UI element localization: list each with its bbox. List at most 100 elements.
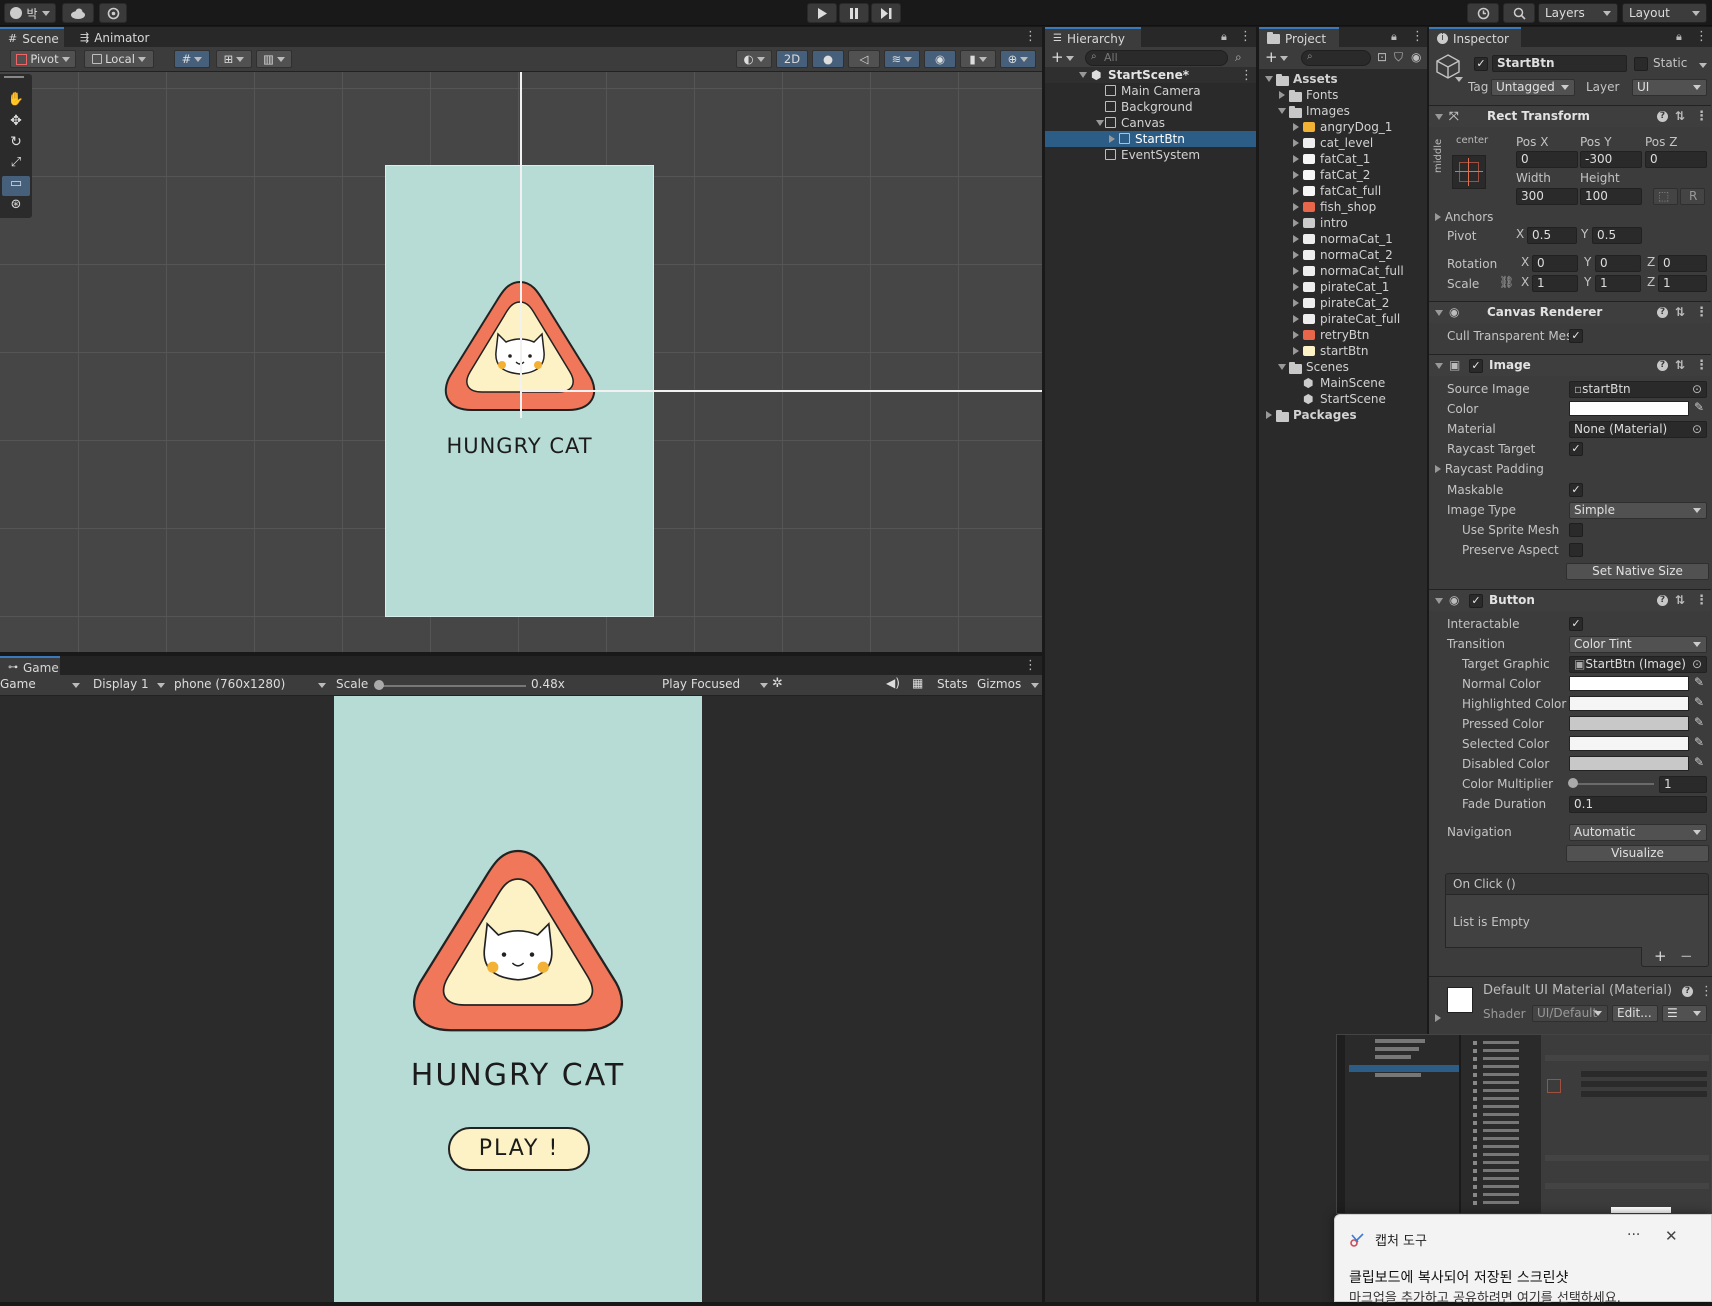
help-icon[interactable]: ? xyxy=(1682,986,1693,997)
filter-label-icon[interactable]: ⛉ xyxy=(1394,50,1403,65)
multiplier-slider-track[interactable] xyxy=(1572,783,1654,785)
preserve-aspect-checkbox[interactable] xyxy=(1569,543,1583,557)
pivot-y-input[interactable]: 0.5 xyxy=(1592,227,1642,244)
visualize-button[interactable]: Visualize xyxy=(1566,845,1709,862)
source-image-field[interactable]: ▫startBtn xyxy=(1569,381,1707,398)
eyedropper-icon[interactable]: ✎ xyxy=(1694,400,1704,414)
maskable-checkbox[interactable]: ✓ xyxy=(1569,483,1583,497)
more-icon[interactable]: ⋮ xyxy=(1695,110,1708,123)
lock-icon[interactable]: 🔒︎ xyxy=(1221,30,1227,44)
scene-search-icon[interactable]: ⌕ xyxy=(1235,50,1242,65)
mute-icon[interactable]: ◀) xyxy=(886,676,900,690)
transform-tool-icon[interactable]: ⊛ xyxy=(4,197,28,217)
project-asset[interactable]: ⬢ StartScene xyxy=(1259,391,1427,407)
link-icon[interactable]: ⛓ xyxy=(1499,275,1514,289)
lock-icon[interactable]: 🔒︎ xyxy=(1391,30,1397,44)
bug-icon[interactable]: ✲ xyxy=(772,676,783,691)
game-screen[interactable]: HUNGRY CAT PLAY ! xyxy=(334,696,702,1302)
object-picker-icon[interactable]: ⊙ xyxy=(1692,657,1702,671)
image-enabled-checkbox[interactable]: ✓ xyxy=(1469,359,1483,373)
close-icon[interactable]: ✕ xyxy=(1665,1227,1678,1245)
filter-type-icon[interactable]: ⊡ xyxy=(1377,50,1387,64)
more-icon[interactable]: ⋮ xyxy=(1024,659,1037,672)
help-icon[interactable]: ? xyxy=(1657,360,1668,371)
project-asset[interactable]: cat_level xyxy=(1259,135,1427,151)
preset-icon[interactable]: ⇅ xyxy=(1675,355,1685,376)
hierarchy-search-input[interactable]: ⌕ All xyxy=(1085,50,1228,66)
search-button[interactable] xyxy=(1503,3,1535,23)
pause-button[interactable] xyxy=(839,3,869,23)
cull-transparent-checkbox[interactable]: ✓ xyxy=(1569,329,1583,343)
audio-toggle[interactable]: ◁ xyxy=(848,50,880,68)
rect-transform-header[interactable]: ⤧ Rect Transform ? ⇅ ⋮ xyxy=(1429,105,1711,127)
more-icon[interactable]: ⋮ xyxy=(1700,985,1712,998)
interactable-checkbox[interactable]: ✓ xyxy=(1569,617,1583,631)
rot-z-input[interactable]: 0 xyxy=(1658,255,1707,272)
tab-inspector[interactable]: i Inspector xyxy=(1429,27,1521,48)
project-asset[interactable]: startBtn xyxy=(1259,343,1427,359)
help-icon[interactable]: ? xyxy=(1657,307,1668,318)
width-input[interactable]: 300 xyxy=(1516,188,1578,205)
layers-dropdown[interactable]: Layers xyxy=(1538,3,1618,23)
scale-z-input[interactable]: 1 xyxy=(1658,275,1707,292)
tab-animator[interactable]: ⇶ Animator xyxy=(72,27,157,48)
scale-y-input[interactable]: 1 xyxy=(1595,275,1641,292)
game-view-dropdown[interactable]: Game xyxy=(0,677,84,694)
project-asset[interactable]: ⬢ MainScene xyxy=(1259,375,1427,391)
preset-icon[interactable]: ⇅ xyxy=(1675,106,1685,127)
edit-shader-button[interactable]: Edit... xyxy=(1612,1005,1658,1022)
rot-x-input[interactable]: 0 xyxy=(1532,255,1578,272)
project-folder[interactable]: Assets xyxy=(1259,71,1427,87)
raycast-padding-row[interactable]: Raycast Padding xyxy=(1435,460,1544,478)
project-asset[interactable]: fatCat_2 xyxy=(1259,167,1427,183)
blueprint-mode-button[interactable]: ⬚ xyxy=(1653,188,1678,205)
more-icon[interactable]: ⋮ xyxy=(1695,359,1708,372)
drag-handle-icon[interactable] xyxy=(4,76,24,80)
project-asset[interactable]: normaCat_full xyxy=(1259,263,1427,279)
project-asset[interactable]: angryDog_1 xyxy=(1259,119,1427,135)
project-folder[interactable]: Scenes xyxy=(1259,359,1427,375)
eyedropper-icon[interactable]: ✎ xyxy=(1694,735,1704,749)
help-icon[interactable]: ? xyxy=(1657,111,1668,122)
camera-dropdown[interactable]: ▮ xyxy=(960,50,996,68)
play-focused-dropdown[interactable]: Play Focused xyxy=(662,677,768,694)
anchors-row[interactable]: Anchors xyxy=(1435,208,1493,226)
scale-x-input[interactable]: 1 xyxy=(1532,275,1578,292)
resolution-dropdown[interactable]: phone (760x1280) xyxy=(174,677,330,694)
project-folder[interactable]: Packages xyxy=(1259,407,1427,423)
button-enabled-checkbox[interactable]: ✓ xyxy=(1469,594,1483,608)
hand-tool-icon[interactable]: ✋ xyxy=(4,92,28,112)
project-asset[interactable]: intro xyxy=(1259,215,1427,231)
posx-input[interactable]: 0 xyxy=(1516,151,1578,168)
project-search-input[interactable]: ⌕ xyxy=(1301,50,1371,66)
eyedropper-icon[interactable]: ✎ xyxy=(1694,755,1704,769)
help-icon[interactable]: ? xyxy=(1657,595,1668,606)
move-tool-icon[interactable]: ✥ xyxy=(4,113,28,133)
account-dropdown[interactable]: 박 xyxy=(4,3,56,23)
button-header[interactable]: ◉ ✓ Button ? ⇅ ⋮ xyxy=(1429,589,1711,611)
object-picker-icon[interactable]: ⊙ xyxy=(1692,422,1702,436)
project-asset[interactable]: pirateCat_full xyxy=(1259,311,1427,327)
project-asset[interactable]: fish_shop xyxy=(1259,199,1427,215)
image-type-dropdown[interactable]: Simple xyxy=(1569,502,1707,519)
raw-edit-button[interactable]: R xyxy=(1680,188,1705,205)
hierarchy-item[interactable]: EventSystem xyxy=(1045,147,1256,163)
ruler-button[interactable]: ▥ xyxy=(256,50,292,68)
more-icon[interactable]: ⋮ xyxy=(1695,306,1708,319)
tab-hierarchy[interactable]: ☰ Hierarchy xyxy=(1045,27,1141,48)
more-icon[interactable]: ⋮ xyxy=(1695,30,1708,43)
layer-dropdown[interactable]: UI xyxy=(1632,79,1707,96)
add-icon[interactable]: + xyxy=(1265,48,1278,66)
hierarchy-item[interactable]: StartBtn xyxy=(1045,131,1256,147)
add-icon[interactable]: + xyxy=(1654,947,1667,965)
layout-dropdown[interactable]: Layout xyxy=(1622,3,1707,23)
project-asset[interactable]: fatCat_full xyxy=(1259,183,1427,199)
snipping-tool-notification[interactable]: 캡처 도구 ··· ✕ 클립보드에 복사되어 저장된 스크린샷 마크업을 추가하… xyxy=(1334,1214,1712,1306)
display-dropdown[interactable]: Display 1 xyxy=(93,677,167,694)
more-icon[interactable]: ⋮ xyxy=(1695,594,1708,607)
game-view[interactable]: HUNGRY CAT PLAY ! xyxy=(0,696,1042,1302)
more-icon[interactable]: ⋮ xyxy=(1024,30,1037,43)
disabled-color-swatch[interactable] xyxy=(1569,756,1689,771)
shader-menu-button[interactable]: ☰ xyxy=(1662,1005,1707,1022)
gizmos-toggle[interactable]: Gizmos xyxy=(977,677,1039,694)
